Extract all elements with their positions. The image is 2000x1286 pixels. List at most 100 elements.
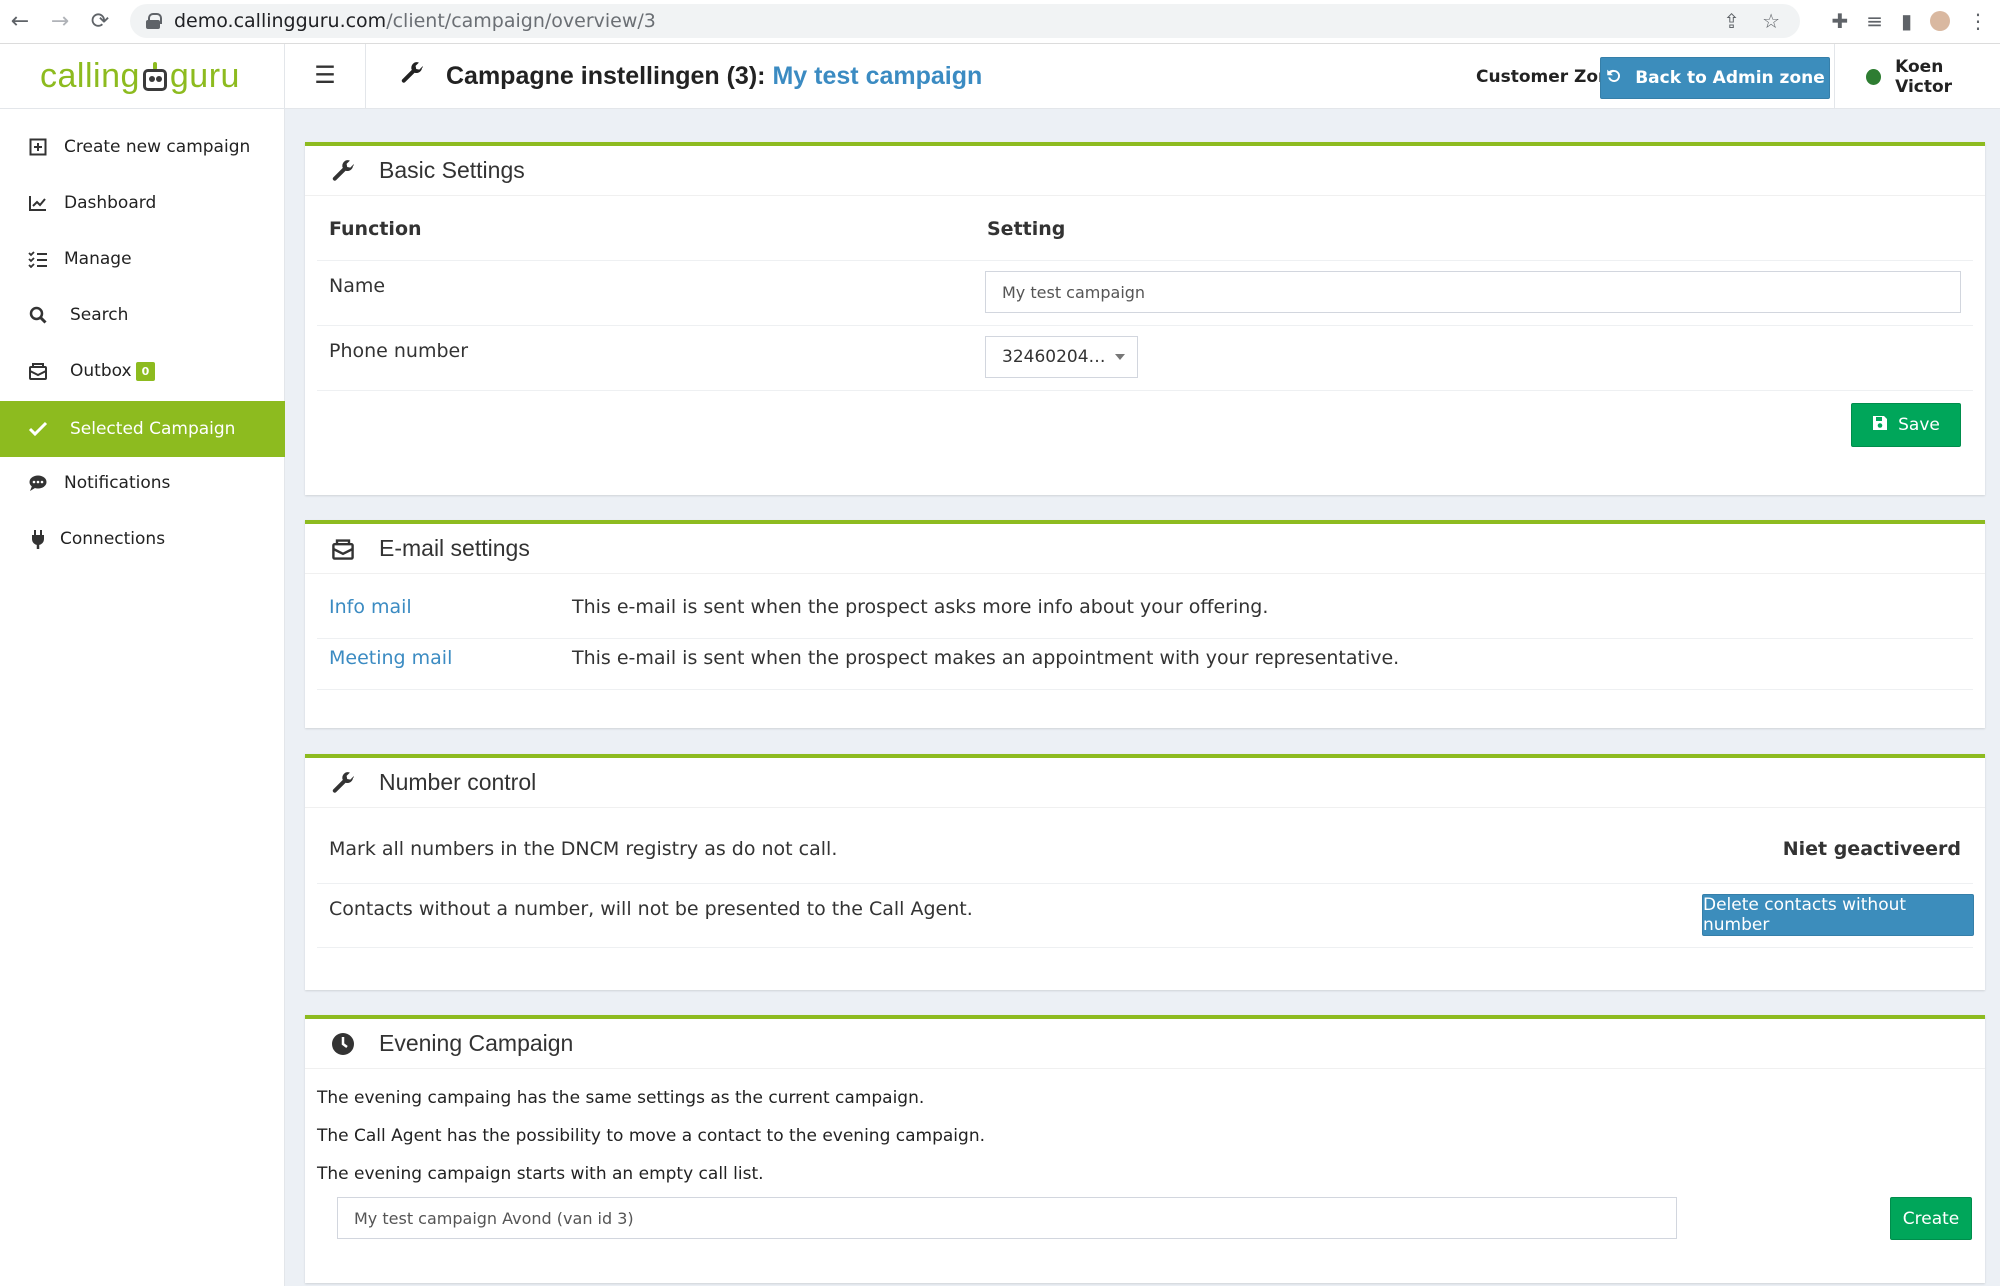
create-button[interactable]: Create	[1890, 1197, 1972, 1240]
search-icon	[26, 306, 50, 324]
back-arrow-icon[interactable]: ←	[0, 2, 40, 42]
hamburger-menu-icon[interactable]: ☰	[312, 62, 338, 88]
back-to-admin-label: Back to Admin zone	[1635, 68, 1825, 88]
title-prefix: Campagne instellingen (3):	[446, 62, 766, 90]
evening-campaign-title: Evening Campaign	[379, 1030, 574, 1056]
side-panel-icon[interactable]: ▮	[1901, 9, 1912, 33]
reload-icon[interactable]: ⟳	[80, 2, 120, 42]
sidebar: Create new campaign Dashboard Manage Sea…	[0, 109, 285, 1286]
meeting-mail-link[interactable]: Meeting mail	[329, 647, 452, 669]
sidebar-item-outbox[interactable]: Outbox 0	[0, 343, 285, 399]
outbox-count-badge: 0	[135, 361, 156, 381]
table-row: Mark all numbers in the DNCM registry as…	[317, 820, 1973, 884]
column-header-setting: Setting	[987, 218, 1066, 240]
info-mail-link[interactable]: Info mail	[329, 596, 412, 618]
campaign-name-input[interactable]: My test campaign	[985, 271, 1961, 313]
number-control-title: Number control	[379, 769, 537, 795]
dncm-description: Mark all numbers in the DNCM registry as…	[329, 838, 838, 860]
robot-icon	[142, 61, 168, 93]
sidebar-item-label: Notifications	[64, 473, 171, 493]
comment-dots-icon	[26, 474, 50, 492]
wrench-icon	[329, 771, 357, 795]
profile-avatar[interactable]	[1930, 11, 1950, 31]
table-row: Meeting mail This e-mail is sent when th…	[317, 639, 1973, 690]
sidebar-item-manage[interactable]: Manage	[0, 231, 285, 287]
save-label: Save	[1898, 415, 1940, 435]
table-row: Info mail This e-mail is sent when the p…	[317, 588, 1973, 639]
kebab-menu-icon[interactable]: ⋮	[1968, 9, 1988, 33]
evening-info-line: The evening campaing has the same settin…	[317, 1088, 925, 1108]
evening-info-line: The Call Agent has the possibility to mo…	[317, 1126, 985, 1146]
lock-icon	[146, 13, 162, 29]
url-host: demo.callingguru.com	[174, 10, 387, 32]
phone-number-select[interactable]: 32460204…	[985, 336, 1138, 378]
evening-campaign-box: Evening Campaign The evening campaing ha…	[305, 1015, 1985, 1283]
sidebar-item-label: Outbox	[70, 361, 132, 381]
address-bar[interactable]: demo.callingguru.com/client/campaign/ove…	[130, 4, 1800, 38]
sidebar-item-dashboard[interactable]: Dashboard	[0, 175, 285, 231]
logo-text-right: guru	[169, 57, 240, 95]
basic-settings-title: Basic Settings	[379, 157, 525, 183]
floppy-disk-icon	[1872, 415, 1888, 436]
table-header-row: Function Setting	[317, 196, 1973, 261]
info-mail-description: This e-mail is sent when the prospect as…	[572, 596, 1269, 618]
callingguru-logo[interactable]: calling guru	[40, 44, 240, 109]
app-header: calling guru ☰ Campagne instellingen (3)…	[0, 44, 2000, 109]
envelope-open-icon	[329, 538, 357, 560]
forward-arrow-icon[interactable]: →	[40, 2, 80, 42]
user-name: Koen Victor	[1895, 56, 1953, 97]
basic-settings-header: Basic Settings	[305, 146, 1985, 196]
plus-square-icon	[26, 138, 50, 156]
evening-campaign-name-input[interactable]: My test campaign Avond (van id 3)	[337, 1197, 1677, 1239]
back-to-admin-button[interactable]: Back to Admin zone	[1600, 57, 1830, 99]
extensions-icon[interactable]: ✚	[1831, 9, 1848, 33]
basic-settings-box: Basic Settings Function Setting Name My …	[305, 142, 1985, 495]
clock-icon	[329, 1032, 357, 1056]
envelope-open-icon	[26, 362, 50, 380]
sidebar-item-create-new-campaign[interactable]: Create new campaign	[0, 119, 285, 175]
sidebar-item-search[interactable]: Search	[0, 287, 285, 343]
chart-line-icon	[26, 194, 50, 212]
contacts-without-number-description: Contacts without a number, will not be p…	[329, 898, 973, 920]
number-control-header: Number control	[305, 758, 1985, 808]
browser-toolbar: ← → ⟳ demo.callingguru.com/client/campai…	[0, 0, 2000, 44]
sidebar-item-notifications[interactable]: Notifications	[0, 455, 285, 511]
table-row: Name My test campaign	[317, 261, 1973, 326]
logo-text-left: calling	[40, 57, 140, 95]
create-label: Create	[1902, 1208, 1960, 1229]
title-campaign-name: My test campaign	[772, 62, 983, 90]
delete-contacts-label: Delete contacts without number	[1703, 895, 1907, 935]
evening-campaign-name-value: My test campaign Avond (van id 3)	[354, 1208, 634, 1228]
sidebar-item-label: Connections	[60, 529, 166, 549]
online-status-icon	[1866, 68, 1882, 85]
list-check-icon	[26, 250, 50, 268]
sidebar-item-label: Manage	[64, 249, 132, 269]
name-label: Name	[329, 275, 386, 297]
wrench-icon	[400, 61, 424, 92]
delete-contacts-without-number-button[interactable]: Delete contacts without number	[1702, 894, 1974, 936]
bookmark-star-icon[interactable]: ☆	[1762, 9, 1780, 33]
sidebar-item-label: Search	[70, 305, 129, 325]
user-menu[interactable]: Koen Victor	[1866, 44, 2000, 109]
sidebar-item-label: Selected Campaign	[70, 419, 236, 439]
dncm-status: Niet geactiveerd	[1782, 838, 1961, 860]
wrench-icon	[329, 159, 357, 183]
email-settings-title: E-mail settings	[379, 535, 530, 561]
sidebar-item-connections[interactable]: Connections	[0, 511, 285, 567]
save-button[interactable]: Save	[1851, 403, 1961, 447]
campaign-name-value: My test campaign	[1002, 282, 1146, 302]
email-settings-box: E-mail settings Info mail This e-mail is…	[305, 520, 1985, 728]
plug-icon	[26, 529, 50, 549]
sidebar-item-label: Dashboard	[64, 193, 157, 213]
sidebar-item-selected-campaign[interactable]: Selected Campaign	[0, 401, 285, 457]
reading-list-icon[interactable]: ≡	[1866, 9, 1883, 33]
table-row: Phone number 32460204…	[317, 326, 1973, 391]
column-header-function: Function	[329, 218, 422, 240]
evening-campaign-header: Evening Campaign	[305, 1019, 1985, 1069]
share-icon[interactable]: ⇪	[1723, 9, 1740, 33]
chevron-down-icon	[1115, 354, 1125, 360]
page-title: Campagne instellingen (3): My test campa…	[400, 44, 982, 109]
table-row: Contacts without a number, will not be p…	[317, 884, 1974, 948]
phone-number-value: 32460204…	[1002, 347, 1106, 367]
url-path: /client/campaign/overview/3	[386, 10, 656, 32]
